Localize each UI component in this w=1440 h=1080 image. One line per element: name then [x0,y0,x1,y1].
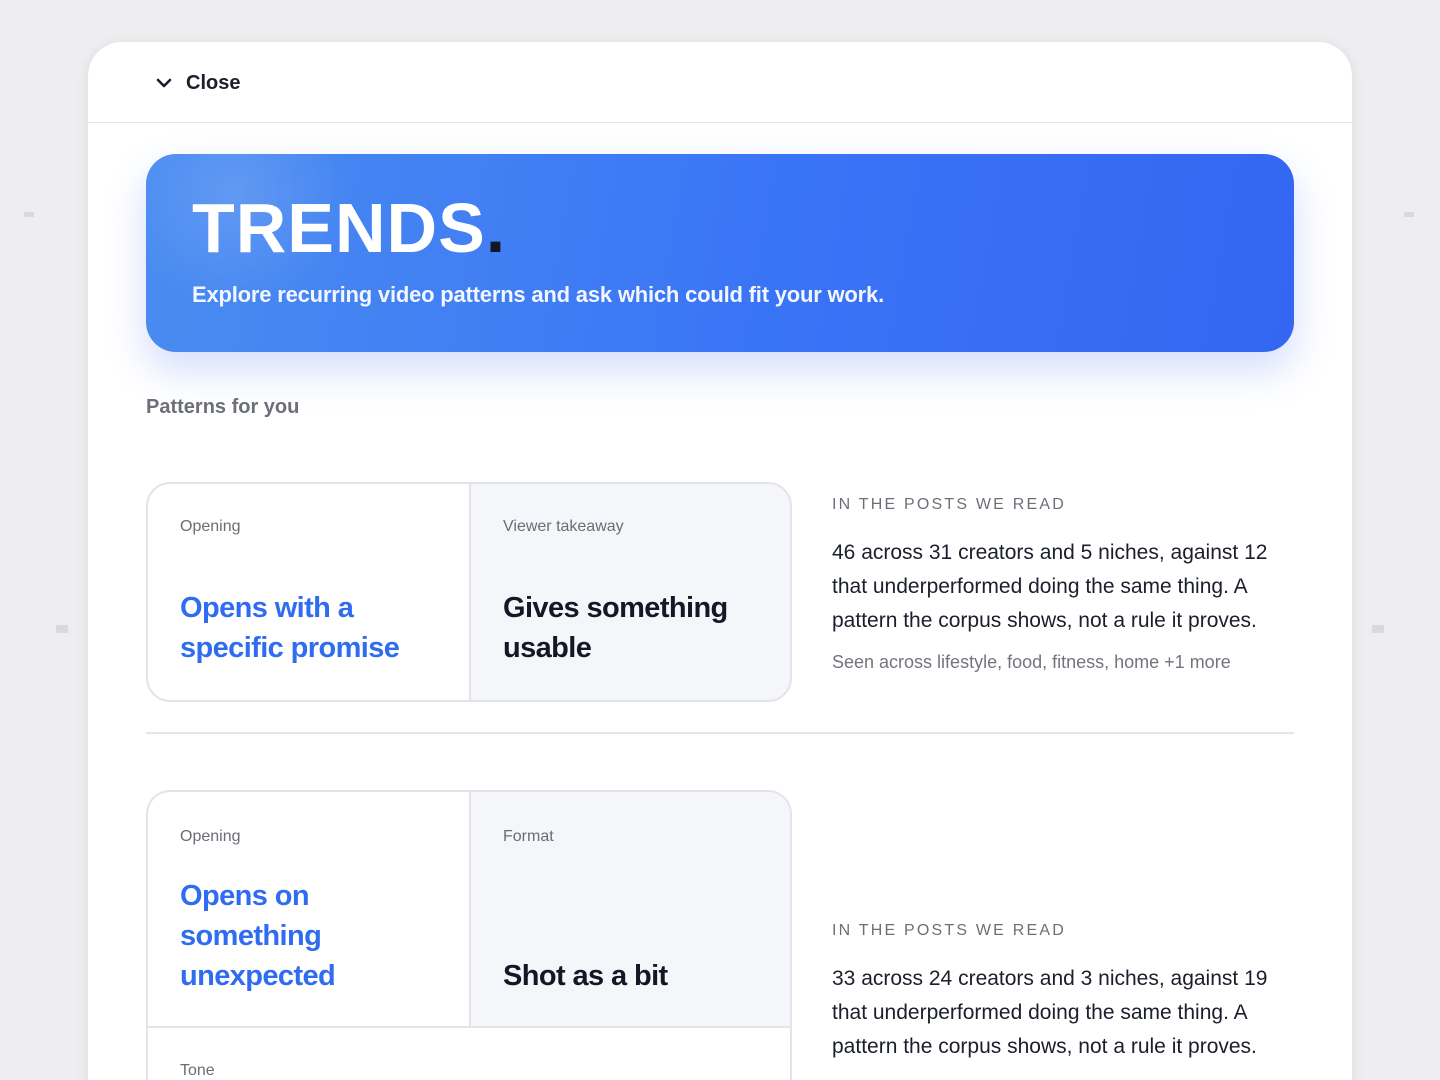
close-button[interactable]: Close [154,68,240,98]
cell-label: Viewer takeaway [503,518,624,535]
pattern-meta: IN THE POSTS WE READ 46 across 31 creato… [832,496,1302,673]
background-dash [56,625,68,633]
chevron-down-icon [154,73,174,93]
pattern-card[interactable]: Opening Opens with a specific promise Vi… [146,482,792,702]
cell-label: Tone [180,1062,215,1079]
pattern-cell-opening: Opening Opens with a specific promise [148,484,469,700]
cell-value: Gives something usable [503,592,728,664]
close-bar: Close [88,42,1352,123]
section-label: Patterns for you [146,396,300,418]
cell-value: Shot as a bit [503,960,668,992]
cell-value: Opens with a specific promise [180,592,400,664]
cell-label: Opening [180,518,241,535]
hero-title-dot: . [485,189,507,267]
meta-eyebrow: IN THE POSTS WE READ [832,922,1066,939]
trends-sheet: Close TRENDS. Explore recurring video pa… [88,42,1352,1080]
pattern-cell-viewer-takeaway: Viewer takeaway Gives something usable [469,484,790,700]
hero-title-text: TRENDS [192,189,486,267]
cell-value: Opens on something unexpected [180,880,336,992]
pattern-cell-tone: Tone [148,1028,790,1080]
meta-body: 46 across 31 creators and 5 niches, agai… [832,541,1268,632]
pattern-cell-opening: Opening Opens on something unexpected [148,792,469,1026]
meta-niches: Seen across lifestyle, food, fitness, ho… [832,652,1231,672]
background-dash [1372,625,1384,633]
hero-subtitle: Explore recurring video patterns and ask… [192,282,884,307]
pattern-meta: IN THE POSTS WE READ 33 across 24 creato… [832,922,1302,1064]
divider [146,732,1294,734]
cell-label: Format [503,828,554,845]
meta-eyebrow: IN THE POSTS WE READ [832,496,1066,513]
background-dash [24,212,34,217]
hero-banner: TRENDS. Explore recurring video patterns… [146,154,1294,352]
meta-body: 33 across 24 creators and 3 niches, agai… [832,967,1268,1058]
pattern-cell-format: Format Shot as a bit [469,792,790,1026]
close-label: Close [186,71,241,94]
background-dash [1404,212,1414,217]
cell-label: Opening [180,828,241,845]
pattern-card[interactable]: Opening Opens on something unexpected Fo… [146,790,792,1080]
hero-title: TRENDS. [192,188,506,268]
